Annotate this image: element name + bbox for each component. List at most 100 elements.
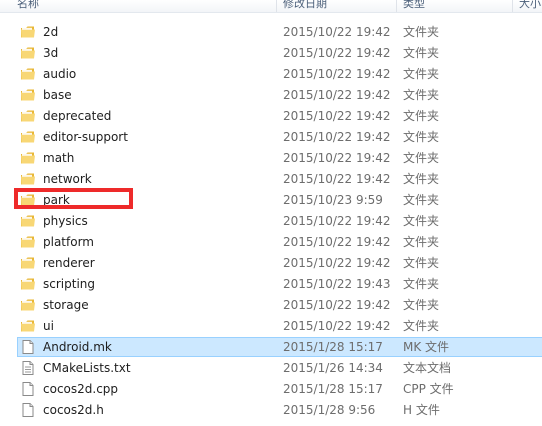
folder-row[interactable]: audio 2015/10/22 19:42 文件夹 bbox=[17, 64, 542, 84]
item-name: editor-support bbox=[43, 130, 128, 144]
item-type: 文件夹 bbox=[403, 298, 440, 312]
column-date-header[interactable]: 修改日期 bbox=[283, 0, 327, 12]
item-modified-date: 2015/10/23 9:59 bbox=[283, 193, 383, 207]
item-modified-date: 2015/10/22 19:42 bbox=[283, 298, 391, 312]
column-size-header[interactable]: 大小 bbox=[519, 0, 541, 12]
item-type: 文本文档 bbox=[403, 361, 452, 375]
folder-icon bbox=[20, 46, 36, 60]
item-modified-date: 2015/10/22 19:43 bbox=[283, 277, 391, 291]
item-type: 文件夹 bbox=[403, 319, 440, 333]
item-name: 3d bbox=[43, 46, 59, 60]
folder-row[interactable]: platform 2015/10/22 19:42 文件夹 bbox=[17, 232, 542, 252]
folder-row[interactable]: base 2015/10/22 19:42 文件夹 bbox=[17, 85, 542, 105]
item-modified-date: 2015/10/22 19:42 bbox=[283, 25, 391, 39]
file-row[interactable]: cocos2d.cpp 2015/1/28 15:17 CPP 文件 bbox=[17, 379, 542, 399]
item-type: 文件夹 bbox=[403, 109, 440, 123]
item-type: 文件夹 bbox=[403, 172, 440, 186]
item-modified-date: 2015/1/28 15:17 bbox=[283, 382, 383, 396]
item-modified-date: 2015/10/22 19:42 bbox=[283, 151, 391, 165]
column-divider[interactable] bbox=[512, 0, 513, 12]
item-name: physics bbox=[43, 214, 88, 228]
folder-icon bbox=[20, 130, 36, 144]
item-type: 文件夹 bbox=[403, 67, 440, 81]
item-name: Android.mk bbox=[43, 340, 112, 354]
item-name: audio bbox=[43, 67, 77, 81]
item-type: 文件夹 bbox=[403, 25, 440, 39]
folder-row[interactable]: renderer 2015/10/22 19:42 文件夹 bbox=[17, 253, 542, 273]
file-icon bbox=[20, 340, 36, 354]
folder-row[interactable]: network 2015/10/22 19:42 文件夹 bbox=[17, 169, 542, 189]
folder-icon bbox=[20, 256, 36, 270]
item-modified-date: 2015/10/22 19:42 bbox=[283, 256, 391, 270]
item-modified-date: 2015/10/22 19:42 bbox=[283, 235, 391, 249]
item-modified-date: 2015/10/22 19:42 bbox=[283, 88, 391, 102]
file-icon bbox=[20, 382, 36, 396]
file-row[interactable]: Android.mk 2015/1/28 15:17 MK 文件 bbox=[17, 337, 542, 357]
item-type: 文件夹 bbox=[403, 193, 440, 207]
item-type: 文件夹 bbox=[403, 256, 440, 270]
folder-icon bbox=[20, 214, 36, 228]
item-modified-date: 2015/1/26 14:34 bbox=[283, 361, 383, 375]
item-modified-date: 2015/10/22 19:42 bbox=[283, 67, 391, 81]
folder-row[interactable]: deprecated 2015/10/22 19:42 文件夹 bbox=[17, 106, 542, 126]
item-name: math bbox=[43, 151, 75, 165]
folder-icon bbox=[20, 88, 36, 102]
item-type: 文件夹 bbox=[403, 130, 440, 144]
item-name: scripting bbox=[43, 277, 95, 291]
item-name: base bbox=[43, 88, 72, 102]
item-type: 文件夹 bbox=[403, 151, 440, 165]
item-name: storage bbox=[43, 298, 89, 312]
folder-row[interactable]: editor-support 2015/10/22 19:42 文件夹 bbox=[17, 127, 542, 147]
folder-icon bbox=[20, 67, 36, 81]
folder-icon bbox=[20, 235, 36, 249]
folder-row[interactable]: scripting 2015/10/22 19:43 文件夹 bbox=[17, 274, 542, 294]
item-modified-date: 2015/10/22 19:42 bbox=[283, 109, 391, 123]
item-type: 文件夹 bbox=[403, 88, 440, 102]
folder-icon bbox=[20, 109, 36, 123]
item-modified-date: 2015/10/22 19:42 bbox=[283, 214, 391, 228]
item-type: 文件夹 bbox=[403, 235, 440, 249]
folder-icon bbox=[20, 319, 36, 333]
column-name-header[interactable]: 名称 bbox=[17, 0, 39, 12]
column-header: 名称 修改日期 类型 大小 bbox=[0, 0, 542, 13]
item-type: 文件夹 bbox=[403, 277, 440, 291]
item-modified-date: 2015/10/22 19:42 bbox=[283, 130, 391, 144]
item-type: MK 文件 bbox=[403, 340, 450, 354]
folder-row[interactable]: 2d 2015/10/22 19:42 文件夹 bbox=[17, 22, 542, 42]
folder-row[interactable]: ui 2015/10/22 19:42 文件夹 bbox=[17, 316, 542, 336]
column-divider[interactable] bbox=[276, 0, 277, 12]
column-type-header[interactable]: 类型 bbox=[403, 0, 425, 12]
item-name: ui bbox=[43, 319, 54, 333]
item-type: 文件夹 bbox=[403, 46, 440, 60]
folder-icon bbox=[20, 151, 36, 165]
item-name: cocos2d.h bbox=[43, 403, 104, 417]
item-name: 2d bbox=[43, 25, 59, 39]
column-divider[interactable] bbox=[396, 0, 397, 12]
item-modified-date: 2015/10/22 19:42 bbox=[283, 46, 391, 60]
file-icon bbox=[20, 403, 36, 417]
item-modified-date: 2015/10/22 19:42 bbox=[283, 319, 391, 333]
folder-row[interactable]: math 2015/10/22 19:42 文件夹 bbox=[17, 148, 542, 168]
text-file-icon bbox=[20, 361, 36, 375]
item-modified-date: 2015/1/28 15:17 bbox=[283, 340, 383, 354]
folder-icon bbox=[20, 25, 36, 39]
item-type: 文件夹 bbox=[403, 214, 440, 228]
item-type: CPP 文件 bbox=[403, 382, 454, 396]
item-modified-date: 2015/10/22 19:42 bbox=[283, 172, 391, 186]
folder-row[interactable]: storage 2015/10/22 19:42 文件夹 bbox=[17, 295, 542, 315]
item-name: deprecated bbox=[43, 109, 112, 123]
folder-icon bbox=[20, 277, 36, 291]
folder-icon bbox=[20, 172, 36, 186]
red-highlight-box bbox=[14, 188, 133, 209]
file-row[interactable]: CMakeLists.txt 2015/1/26 14:34 文本文档 bbox=[17, 358, 542, 378]
item-name: renderer bbox=[43, 256, 95, 270]
item-name: cocos2d.cpp bbox=[43, 382, 119, 396]
item-name: platform bbox=[43, 235, 94, 249]
item-name: CMakeLists.txt bbox=[43, 361, 131, 375]
folder-row[interactable]: physics 2015/10/22 19:42 文件夹 bbox=[17, 211, 542, 231]
folder-icon bbox=[20, 298, 36, 312]
item-name: network bbox=[43, 172, 92, 186]
file-row[interactable]: cocos2d.h 2015/1/28 9:56 H 文件 bbox=[17, 400, 542, 420]
item-modified-date: 2015/1/28 9:56 bbox=[283, 403, 376, 417]
folder-row[interactable]: 3d 2015/10/22 19:42 文件夹 bbox=[17, 43, 542, 63]
